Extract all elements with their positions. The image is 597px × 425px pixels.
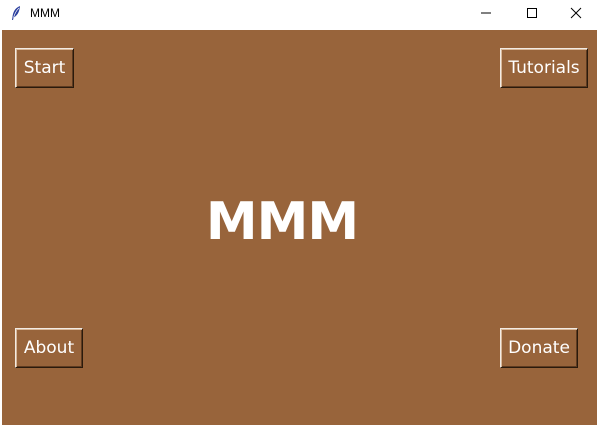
donate-button[interactable]: Donate	[500, 328, 578, 368]
title-bar[interactable]: MMM	[0, 0, 597, 27]
window-title: MMM	[30, 6, 60, 20]
minimize-icon	[481, 12, 491, 14]
main-panel: Start Tutorials MMM About Donate	[2, 30, 597, 425]
maximize-icon	[527, 8, 537, 18]
close-button[interactable]	[553, 0, 597, 27]
maximize-button[interactable]	[509, 0, 555, 27]
minimize-button[interactable]	[463, 0, 509, 27]
start-button[interactable]: Start	[15, 48, 74, 88]
page-title: MMM	[205, 192, 359, 252]
close-icon	[570, 7, 582, 19]
about-button[interactable]: About	[15, 328, 83, 368]
tutorials-button[interactable]: Tutorials	[500, 48, 588, 88]
feather-icon	[9, 5, 23, 21]
app-window: MMM Start Tutorials MMM About Donate	[0, 0, 597, 425]
